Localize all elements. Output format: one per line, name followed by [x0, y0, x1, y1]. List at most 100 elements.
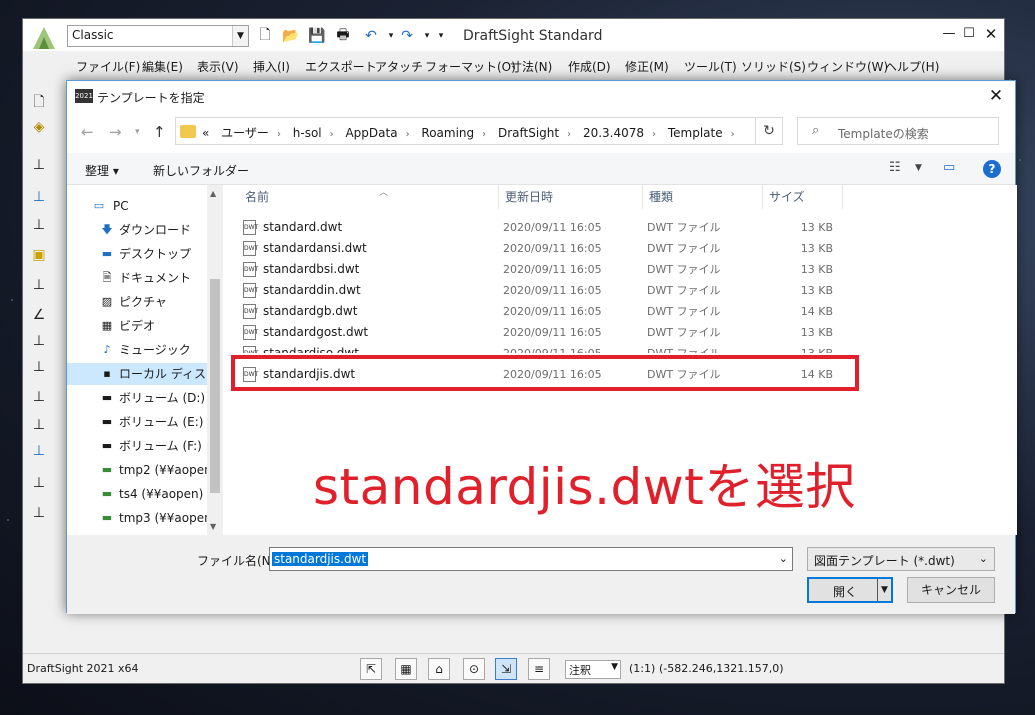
up-arrow-icon[interactable]: ↑	[153, 123, 166, 141]
ortho-icon[interactable]: ⌂	[428, 658, 450, 680]
view-options-icon[interactable]: ☷	[889, 160, 901, 175]
menu-attach[interactable]: アタッチ	[375, 58, 423, 75]
nav-item-pictures[interactable]: ▨ ピクチャ	[67, 291, 207, 313]
nav-item-ts4[interactable]: ▬ ts4 (¥¥aopen) (W	[67, 483, 207, 505]
nav-item-tmp2[interactable]: ▬ tmp2 (¥¥aopen)	[67, 459, 207, 481]
breadcrumb-overflow[interactable]: «	[202, 126, 209, 140]
nav-item-documents[interactable]: 🗎 ドキュメント	[67, 267, 207, 289]
file-row[interactable]: DWT standardgb.dwt 2020/09/11 16:05 DWT …	[239, 301, 839, 322]
open-folder-icon[interactable]: 📂	[281, 26, 301, 46]
save-icon[interactable]: 💾	[307, 26, 327, 46]
dimension-diameter-icon[interactable]: ⊥	[29, 389, 49, 409]
column-header-size[interactable]: サイズ	[763, 185, 843, 209]
help-icon[interactable]: ?	[983, 160, 1001, 178]
dimension-angular-icon[interactable]: ∠	[29, 307, 49, 327]
open-dropdown-icon[interactable]: ▼	[877, 579, 891, 601]
address-bar[interactable]: « ユーザー › h-sol › AppData › Roaming › DraftSi…	[175, 117, 777, 145]
close-icon[interactable]: ✕	[977, 23, 1005, 45]
file-row[interactable]: DWT standard.dwt 2020/09/11 16:05 DWT ファ…	[239, 217, 839, 238]
undo-icon[interactable]: ↶	[361, 26, 381, 46]
redo-icon[interactable]: ↷	[397, 26, 417, 46]
recent-dropdown-icon[interactable]: ▾	[135, 127, 140, 137]
dimension-edit-icon[interactable]: ⊥	[29, 475, 49, 495]
preview-pane-icon[interactable]: ▭	[943, 160, 955, 175]
menu-edit[interactable]: 編集(E)	[142, 58, 183, 75]
dimension-aligned-icon[interactable]: ⊥	[29, 189, 49, 209]
column-header-type[interactable]: 種類	[643, 185, 763, 209]
file-row[interactable]: DWT standardansi.dwt 2020/09/11 16:05 DW…	[239, 238, 839, 259]
scroll-up-icon[interactable]: ▲	[210, 189, 216, 198]
nav-item-tmp3[interactable]: ▬ tmp3 (¥¥aopen)	[67, 507, 207, 529]
menu-solid[interactable]: ソリッド(S)	[741, 58, 806, 75]
breadcrumb-item[interactable]: Roaming	[421, 126, 474, 140]
filename-input[interactable]: standardjis.dwt ⌄	[269, 547, 793, 571]
menu-export[interactable]: エクスポート	[305, 58, 377, 75]
nav-item-volume-e[interactable]: ▬ ボリューム (E:)	[67, 411, 207, 433]
open-button[interactable]: 開く ▼	[807, 577, 893, 603]
dimension-jog-icon[interactable]: ⊥	[29, 443, 49, 463]
dimension-ordinate-icon[interactable]: ⊥	[29, 333, 49, 353]
etrack-icon[interactable]: ≡	[528, 658, 550, 680]
nav-item-videos[interactable]: ▦ ビデオ	[67, 315, 207, 337]
file-row[interactable]: DWT standardbsi.dwt 2020/09/11 16:05 DWT…	[239, 259, 839, 280]
nav-scrollbar[interactable]: ▲ ▼	[207, 185, 223, 535]
breadcrumb-item[interactable]: h-sol	[293, 126, 322, 140]
menu-format[interactable]: フォーマット(O)	[425, 58, 516, 75]
breadcrumb-item[interactable]: AppData	[345, 126, 397, 140]
dimension-radius-icon[interactable]: ⊥	[29, 359, 49, 379]
cancel-button[interactable]: キャンセル	[907, 577, 995, 603]
menu-window[interactable]: ウィンドウ(W)	[807, 58, 888, 75]
grid-icon[interactable]: ▦	[395, 658, 417, 680]
breadcrumb-item[interactable]: DraftSight	[498, 126, 559, 140]
dimension-arc-icon[interactable]: ⊥	[29, 417, 49, 437]
dimension-box-icon[interactable]: ▣	[29, 247, 49, 267]
annotation-scale-select[interactable]: 注釈 ▼	[565, 660, 621, 679]
dimension-style-icon[interactable]: ⊥	[29, 505, 49, 525]
dimension-baseline-icon[interactable]: ⊥	[29, 217, 49, 237]
file-row[interactable]: DWT standardgost.dwt 2020/09/11 16:05 DW…	[239, 322, 839, 343]
nav-item-downloads[interactable]: 🡇 ダウンロード	[67, 219, 207, 241]
customize-dropdown-icon[interactable]: ▾	[431, 26, 451, 46]
new-icon[interactable]: 🗋	[29, 91, 49, 111]
view-dropdown-icon[interactable]: ▼	[915, 163, 922, 173]
nav-item-music[interactable]: ♪ ミュージック	[67, 339, 207, 361]
workspace-select[interactable]: Classic ▼	[67, 25, 249, 47]
forward-arrow-icon[interactable]: →	[109, 123, 122, 141]
polar-icon[interactable]: ⊙	[463, 658, 485, 680]
menu-help[interactable]: ヘルプ(H)	[885, 58, 939, 75]
dimension-continue-icon[interactable]: ⊥	[29, 277, 49, 297]
nav-item-desktop[interactable]: ▬ デスクトップ	[67, 243, 207, 265]
organize-button[interactable]: 整理 ▾	[85, 162, 119, 179]
menu-draw[interactable]: 作成(D)	[568, 58, 611, 75]
scroll-thumb[interactable]	[210, 279, 220, 493]
breadcrumb-item[interactable]: 20.3.4078	[583, 126, 644, 140]
dimension-linear-icon[interactable]: ⊥	[29, 157, 49, 177]
nav-item-pc[interactable]: ▭ PC	[67, 195, 207, 217]
menu-file[interactable]: ファイル(F)	[76, 58, 140, 75]
menu-modify[interactable]: 修正(M)	[625, 58, 669, 75]
search-input[interactable]: ⌕ Templateの検索	[797, 117, 999, 145]
file-row[interactable]: DWT standardiso.dwt 2020/09/11 16:05 DWT…	[239, 343, 839, 353]
nav-item-volume-d[interactable]: ▬ ボリューム (D:)	[67, 387, 207, 409]
menu-view[interactable]: 表示(V)	[197, 58, 239, 75]
new-file-icon[interactable]: 🗋	[255, 26, 275, 46]
dialog-close-icon[interactable]: ✕	[985, 85, 1007, 107]
chevron-down-icon[interactable]: ⌄	[779, 552, 788, 565]
menu-tools[interactable]: ツール(T)	[684, 58, 737, 75]
menu-insert[interactable]: 挿入(I)	[253, 58, 290, 75]
esnap-icon[interactable]: ⇲	[495, 658, 517, 680]
breadcrumb-item[interactable]: Template	[668, 126, 723, 140]
scroll-down-icon[interactable]: ▼	[210, 522, 216, 531]
nav-item-local-disk[interactable]: ▪ ローカル ディスク (C	[67, 363, 207, 385]
filetype-select[interactable]: 図面テンプレート (*.dwt) ⌄	[807, 547, 995, 571]
back-arrow-icon[interactable]: ←	[81, 123, 94, 141]
nav-item-volume-f[interactable]: ▬ ボリューム (F:)	[67, 435, 207, 457]
column-header-date[interactable]: 更新日時	[499, 185, 643, 209]
new-folder-button[interactable]: 新しいフォルダー	[153, 162, 249, 179]
refresh-icon[interactable]: ↻	[755, 117, 783, 145]
print-icon[interactable]: 🖶	[333, 26, 353, 46]
snap-icon[interactable]: ⇱	[360, 658, 382, 680]
menu-dimension[interactable]: 寸法(N)	[510, 58, 552, 75]
breadcrumb-item[interactable]: ユーザー	[221, 126, 269, 140]
file-row[interactable]: DWT standarddin.dwt 2020/09/11 16:05 DWT…	[239, 280, 839, 301]
